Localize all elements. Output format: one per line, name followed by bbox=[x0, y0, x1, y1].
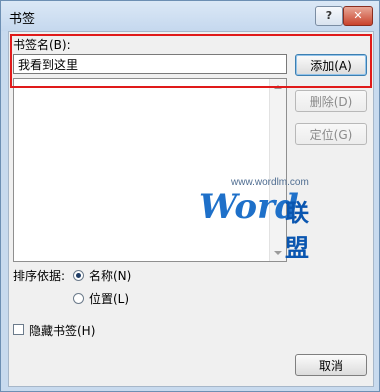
hidden-bookmarks-checkbox[interactable] bbox=[13, 324, 24, 335]
watermark-suffix: 联盟 bbox=[285, 199, 309, 262]
radio-selected-icon bbox=[76, 273, 81, 278]
title-bar: 书签 ? ✕ bbox=[1, 1, 379, 31]
sort-location-radio[interactable] bbox=[73, 293, 84, 304]
sort-location-label[interactable]: 位置(L) bbox=[89, 290, 129, 307]
close-button[interactable]: ✕ bbox=[343, 6, 373, 26]
delete-button[interactable]: 删除(D) bbox=[295, 90, 367, 112]
vertical-scrollbar[interactable] bbox=[269, 79, 286, 261]
sort-name-label[interactable]: 名称(N) bbox=[89, 267, 131, 284]
bookmark-dialog: 书签 ? ✕ 书签名(B): 我看到这里 添加(A) 删除(D) 定位(G) w… bbox=[0, 0, 380, 392]
hidden-bookmarks-label[interactable]: 隐藏书签(H) bbox=[29, 322, 95, 339]
highlight-box bbox=[10, 34, 372, 88]
watermark-brand: Word bbox=[199, 187, 299, 227]
cancel-button[interactable]: 取消 bbox=[295, 354, 367, 376]
dialog-title: 书签 bbox=[9, 12, 36, 27]
help-button[interactable]: ? bbox=[315, 6, 343, 26]
scroll-down-icon[interactable] bbox=[274, 251, 282, 255]
sort-name-radio[interactable] bbox=[73, 270, 84, 281]
locate-button[interactable]: 定位(G) bbox=[295, 123, 367, 145]
dialog-content: 书签名(B): 我看到这里 添加(A) 删除(D) 定位(G) www.word… bbox=[8, 31, 374, 387]
bookmark-list[interactable] bbox=[13, 78, 287, 262]
sort-label: 排序依据: bbox=[13, 269, 66, 283]
